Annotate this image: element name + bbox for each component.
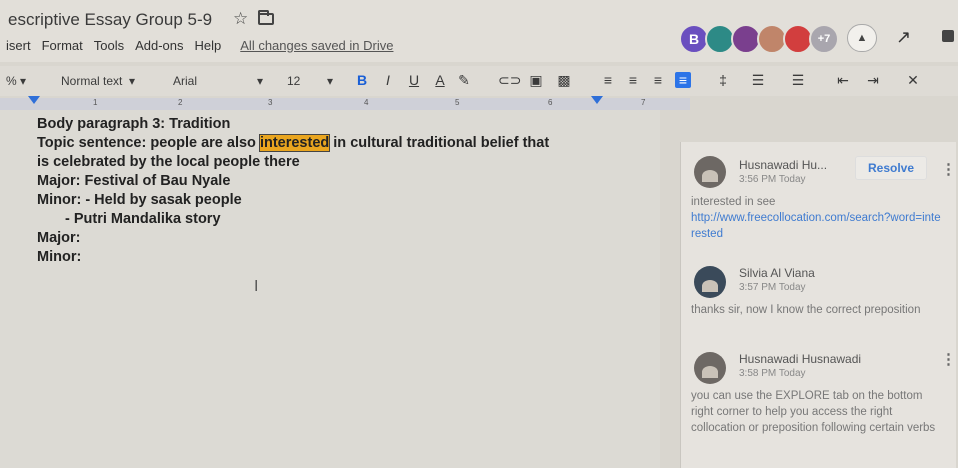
comment-text: you can use the EXPLORE tab on the botto… — [691, 390, 936, 434]
align-justify-icon[interactable]: ≡ — [675, 72, 691, 88]
document-title[interactable]: escriptive Essay Group 5-9 — [8, 10, 212, 30]
header-bar: escriptive Essay Group 5-9 ☆ isert Forma… — [0, 0, 958, 62]
avatar — [694, 266, 726, 298]
topic-sentence: Topic sentence: people are also interest… — [37, 134, 549, 153]
bold-button[interactable]: B — [354, 72, 370, 88]
ruler-number: 1 — [93, 98, 98, 107]
menu-tools[interactable]: Tools — [94, 38, 124, 53]
save-status[interactable]: All changes saved in Drive — [240, 38, 393, 53]
activity-trend-icon[interactable]: ↗ — [896, 27, 911, 48]
more-collaborators-badge[interactable]: +7 — [809, 24, 839, 54]
align-right-icon[interactable]: ≡ — [650, 72, 666, 88]
numbered-list-icon[interactable]: ☰ — [750, 72, 766, 88]
menu-format[interactable]: Format — [42, 38, 83, 53]
add-comment-icon[interactable]: ▣ — [528, 72, 544, 88]
avatar — [694, 352, 726, 384]
style-select[interactable]: Normal text ▾ — [61, 66, 135, 96]
document-body[interactable]: Body paragraph 3: Tradition Topic senten… — [37, 115, 549, 267]
comment-author: Husnawadi Husnawadi — [739, 352, 862, 366]
topic-text-before: Topic sentence: people are also — [37, 135, 260, 151]
style-value: Normal text — [61, 74, 123, 88]
chat-icon[interactable]: ▲ — [847, 24, 877, 52]
minor-empty-line: Minor: — [37, 249, 82, 265]
document-page[interactable]: Body paragraph 3: Tradition Topic senten… — [0, 110, 660, 468]
zoom-select[interactable]: % ▾ — [6, 66, 26, 96]
menu-insert[interactable]: isert — [6, 38, 31, 53]
align-center-icon[interactable]: ≡ — [625, 72, 641, 88]
resolve-button[interactable]: Resolve — [855, 156, 928, 180]
topic-continuation: is celebrated by the local people there — [37, 154, 300, 170]
ruler: 1 2 3 4 5 6 7 — [0, 96, 690, 110]
comment-time: 3:56 PM Today — [739, 174, 806, 185]
align-left-icon[interactable]: ≡ — [600, 72, 616, 88]
menu-help[interactable]: Help — [195, 38, 222, 53]
zoom-value: % — [6, 74, 17, 88]
formatting-toolbar: % ▾ Normal text ▾ Arial ▾ 12 ▾ B I U A ✎… — [0, 66, 958, 96]
more-options-icon[interactable]: ⋮ — [941, 350, 956, 368]
menu-bar: isert Format Tools Add-ons Help All chan… — [6, 38, 393, 53]
comment-body: interested in see — [691, 196, 776, 208]
font-dropdown-icon[interactable]: ▾ — [257, 66, 263, 96]
comment-text: interested in see http://www.freecolloca… — [691, 194, 941, 242]
line-spacing-icon[interactable]: ‡ — [715, 72, 731, 88]
star-icon[interactable]: ☆ — [233, 9, 248, 29]
comments-panel: Husnawadi Hu... 3:56 PM Today Resolve ⋮ … — [680, 142, 956, 468]
comments-icon[interactable] — [942, 30, 954, 42]
text-cursor-icon: I — [254, 277, 259, 295]
folder-icon[interactable] — [258, 10, 274, 25]
size-value: 12 — [287, 74, 301, 88]
comment-author: Silvia Al Viana — [739, 266, 815, 280]
ruler-number: 6 — [548, 98, 553, 107]
minor-line: Minor: - Held by sasak people — [37, 192, 242, 208]
text-color-button[interactable]: A — [432, 72, 448, 88]
font-value: Arial — [173, 74, 198, 88]
italic-button[interactable]: I — [380, 72, 396, 88]
avatar — [694, 156, 726, 188]
menu-addons[interactable]: Add-ons — [135, 38, 183, 53]
clear-formatting-icon[interactable]: ✕ — [905, 72, 921, 88]
paragraph-heading: Body paragraph 3: Tradition — [37, 116, 231, 132]
ruler-number: 4 — [364, 98, 369, 107]
left-indent-marker[interactable] — [28, 96, 40, 104]
image-icon[interactable]: ▩ — [556, 72, 572, 88]
link-icon[interactable]: ⊂⊃ — [498, 72, 521, 88]
highlight-icon[interactable]: ✎ — [456, 72, 472, 88]
ruler-number: 7 — [641, 98, 646, 107]
decrease-indent-icon[interactable]: ⇤ — [835, 72, 851, 88]
more-options-icon[interactable]: ⋮ — [941, 160, 956, 178]
highlighted-word[interactable]: interested — [258, 134, 331, 152]
comment-time: 3:57 PM Today — [739, 282, 806, 293]
increase-indent-icon[interactable]: ⇥ — [865, 72, 881, 88]
major-line: Major: Festival of Bau Nyale — [37, 173, 231, 189]
collaborator-avatars: B +7 — [679, 24, 839, 54]
bulleted-list-icon[interactable]: ☰ — [790, 72, 806, 88]
comment-time: 3:58 PM Today — [739, 368, 806, 379]
comment-link[interactable]: http://www.freecollocation.com/search?wo… — [691, 210, 941, 242]
font-select[interactable]: Arial — [173, 66, 197, 96]
ruler-number: 3 — [268, 98, 273, 107]
size-dropdown-icon[interactable]: ▾ — [327, 66, 333, 96]
topic-text-after: in cultural traditional belief that — [329, 135, 550, 151]
right-indent-marker[interactable] — [591, 96, 603, 104]
size-select[interactable]: 12 — [287, 66, 300, 96]
comment-text: thanks sir, now I know the correct prepo… — [691, 304, 921, 316]
comment-author: Husnawadi Hu... — [739, 158, 828, 172]
underline-button[interactable]: U — [406, 72, 422, 88]
ruler-number: 2 — [178, 98, 183, 107]
sub-point-line: - Putri Mandalika story — [65, 211, 221, 227]
major-empty-line: Major: — [37, 230, 81, 246]
ruler-number: 5 — [455, 98, 460, 107]
